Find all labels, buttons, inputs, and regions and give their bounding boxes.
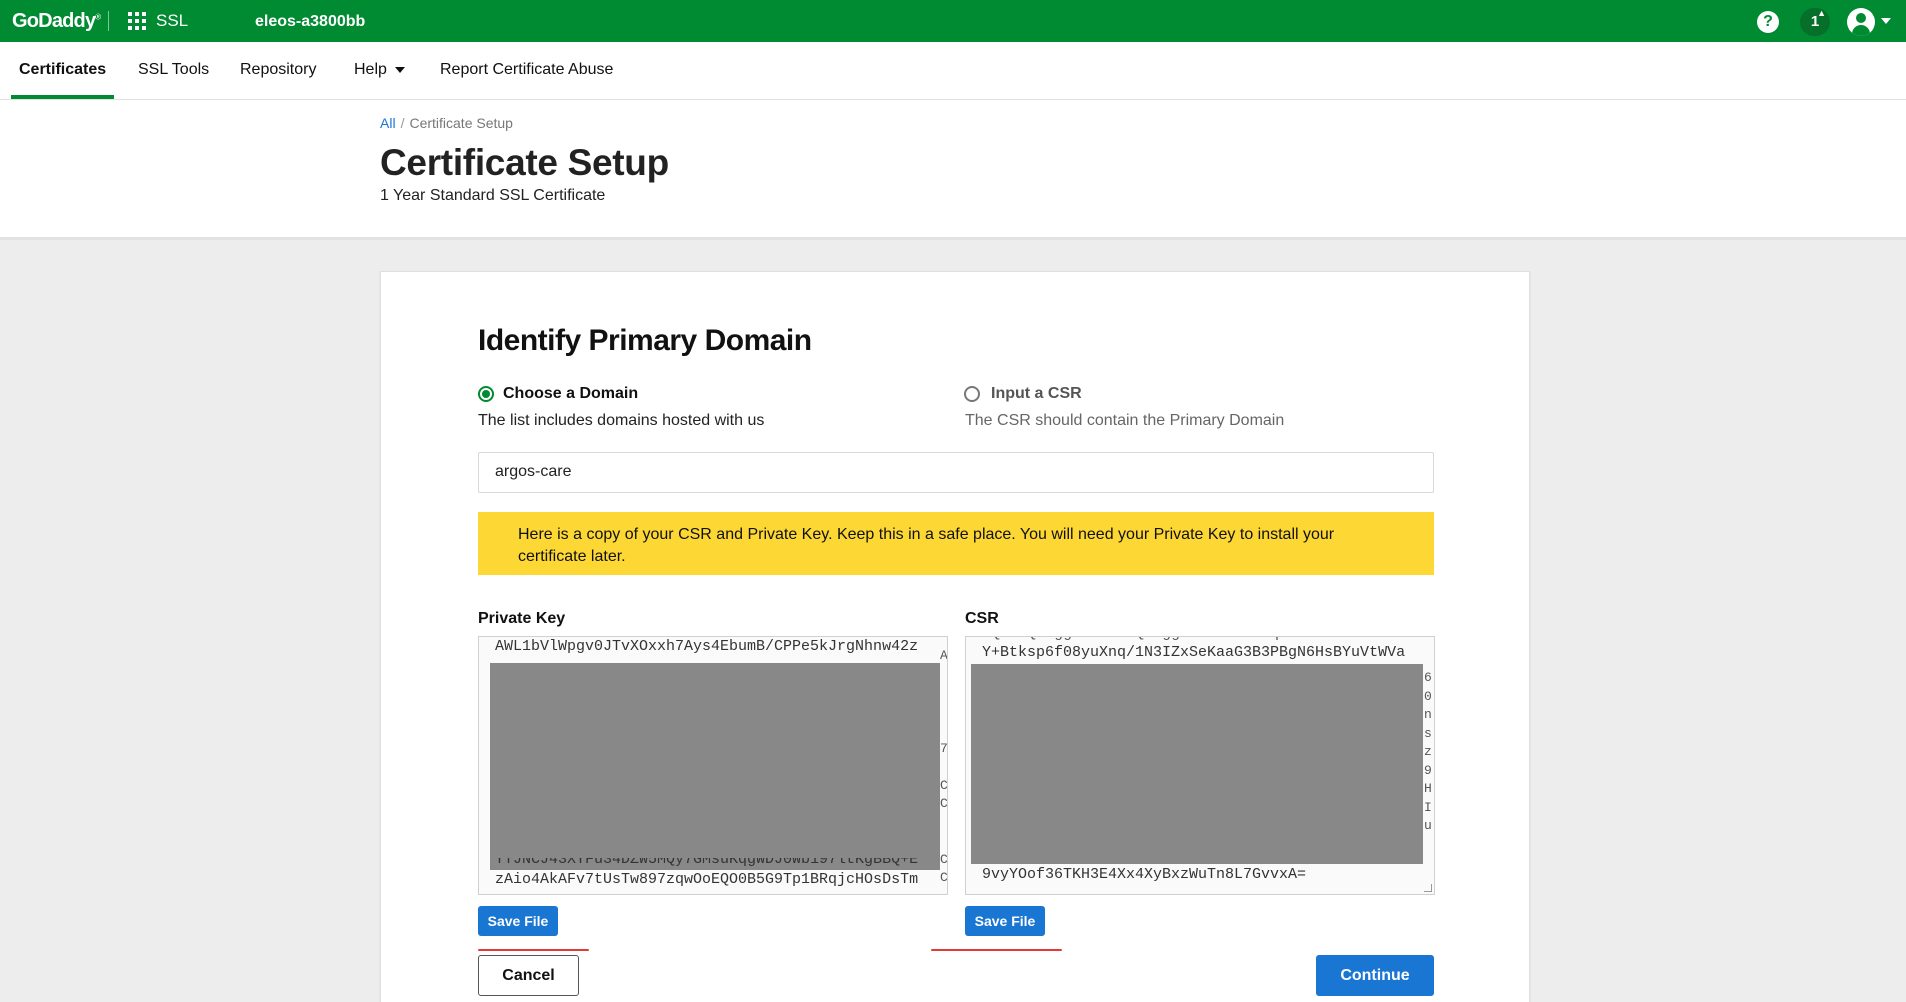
- page-subtitle: 1 Year Standard SSL Certificate: [380, 187, 606, 204]
- csr-last-line: 9vyYOof36TKH3E4Xx4XyBxzWuTn8L7GvvxA=: [982, 866, 1307, 883]
- private-key-label: Private Key: [478, 610, 566, 627]
- breadcrumb-all-link[interactable]: All: [380, 115, 396, 131]
- private-key-edge-chars: A 7 C C C C: [940, 648, 948, 885]
- radio-desc-choose-domain: The list includes domains hosted with us: [478, 412, 765, 429]
- private-key-last-line: zAio4AkAFv7tUsTw897zqwOoEQO0B5G9Tp1BRqjc…: [495, 871, 919, 888]
- cancel-button[interactable]: Cancel: [478, 955, 579, 996]
- csr-label: CSR: [965, 610, 999, 627]
- redaction-block: [490, 663, 940, 870]
- breadcrumb: All / Certificate Setup: [380, 115, 513, 131]
- nav-item-ssl-tools[interactable]: SSL Tools: [138, 61, 209, 79]
- nav-item-certificates[interactable]: Certificates: [19, 61, 106, 79]
- page-header: All / Certificate Setup Certificate Setup …: [0, 100, 1906, 240]
- divider: [108, 11, 109, 31]
- user-avatar-icon[interactable]: [1847, 8, 1875, 36]
- nav-item-report-abuse[interactable]: Report Certificate Abuse: [440, 61, 613, 79]
- annotation-underline: [931, 949, 1062, 951]
- save-csr-button[interactable]: Save File: [965, 906, 1045, 936]
- radio-label-choose-domain[interactable]: Choose a Domain: [503, 385, 638, 403]
- setup-card: Identify Primary Domain Choose a Domain …: [380, 271, 1530, 1002]
- chevron-down-icon[interactable]: [1881, 18, 1891, 24]
- csr-textarea[interactable]: hQEBBQADggEPADCCAQoCggEBAMkhZ3nWqSd7xcxW…: [965, 636, 1435, 895]
- csr-first-line: Y+Btksp6f08yuXnq/1N3IZxSeKaaG3B3PBgN6HsB…: [982, 644, 1406, 661]
- continue-button[interactable]: Continue: [1316, 955, 1434, 996]
- notifications-button[interactable]: 1 ▲: [1800, 8, 1830, 36]
- chevron-down-icon: [394, 66, 405, 73]
- nav-item-repository[interactable]: Repository: [240, 61, 316, 79]
- warning-alert: Here is a copy of your CSR and Private K…: [478, 512, 1434, 575]
- domain-select[interactable]: argos-care: [478, 452, 1434, 493]
- resize-handle[interactable]: [1424, 884, 1432, 892]
- godaddy-logo[interactable]: GoDaddy®: [12, 10, 101, 33]
- page-title: Certificate Setup: [380, 142, 669, 183]
- section-title: Identify Primary Domain: [478, 324, 812, 357]
- private-key-first-line: AWL1bVlWpgv0JTvXOxxh7Ays4EbumB/CPPe5kJrg…: [495, 638, 919, 655]
- account-name: eleos-a3800bb: [255, 13, 366, 30]
- apps-grid-icon[interactable]: [128, 12, 146, 30]
- help-icon[interactable]: ?: [1757, 11, 1779, 33]
- redaction-block: [971, 664, 1423, 864]
- annotation-underline: [478, 949, 589, 951]
- save-private-key-button[interactable]: Save File: [478, 906, 558, 936]
- main-nav: Certificates SSL Tools Repository Help R…: [0, 42, 1906, 100]
- product-name[interactable]: SSL: [156, 11, 188, 31]
- radio-input-csr[interactable]: [964, 386, 980, 402]
- top-bar: GoDaddy® SSL eleos-a3800bb ? 1 ▲: [0, 0, 1906, 42]
- csr-clipped-line: hQEBBQADggEPADCCAQoCggEBAMkhZ3nWqSd7xcxW: [982, 637, 1342, 642]
- breadcrumb-current: Certificate Setup: [409, 115, 513, 131]
- active-tab-indicator: [11, 95, 114, 99]
- csr-edge-chars: 6 0 n s z 9 H I u: [1424, 670, 1432, 833]
- radio-choose-domain[interactable]: [478, 386, 494, 402]
- private-key-textarea[interactable]: AWL1bVlWpgv0JTvXOxxh7Ays4EbumB/CPPe5kJrg…: [478, 636, 948, 895]
- bell-icon: ▲: [1817, 8, 1826, 18]
- radio-desc-input-csr: The CSR should contain the Primary Domai…: [965, 412, 1285, 429]
- radio-label-input-csr[interactable]: Input a CSR: [991, 385, 1082, 403]
- nav-item-help[interactable]: Help: [354, 61, 405, 79]
